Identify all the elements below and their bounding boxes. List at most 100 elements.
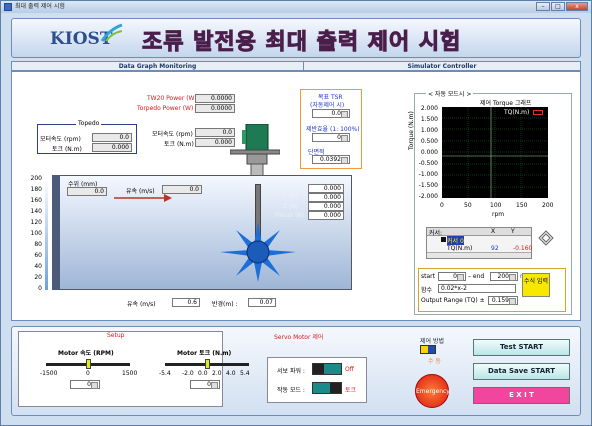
tank-tick-180: 180 <box>30 186 42 193</box>
torque-setpoint-input[interactable]: 0 <box>190 380 220 389</box>
cursor-col-x: X <box>491 228 496 235</box>
radius-input[interactable]: 0.07 <box>248 298 276 307</box>
window-controls: – □ x <box>536 2 588 11</box>
tsr-input[interactable]: 0.0 <box>312 109 350 118</box>
speed-tick-zero: 0 <box>86 370 90 377</box>
drive-mode-label: 작동 모드 : <box>277 387 305 394</box>
cursor-table[interactable]: 커서: X Y 커서 0 TQ(N.m) 92 -0.160 <box>426 227 532 259</box>
depth-value: 0.0 <box>67 187 107 196</box>
tw20-power-value: 0.0000 <box>195 94 235 103</box>
servo-power-toggle[interactable] <box>312 363 342 375</box>
cursor-series: TQ(N.m) <box>447 245 473 252</box>
tab-data-graph[interactable]: Data Graph Monitoring <box>12 62 304 71</box>
xtick: 150 <box>516 202 528 209</box>
cursor-scrollbar[interactable] <box>427 252 531 258</box>
torque-graph-plot[interactable]: TQ(N.m) <box>442 107 548 198</box>
test-start-button[interactable]: Test START <box>473 339 570 356</box>
cursor-swatch <box>441 237 446 242</box>
graph-x-ticks: 0 50 100 150 200 <box>438 202 554 210</box>
thrust-label: Thrust (N) <box>274 212 305 219</box>
torque-tick: -5.4 <box>159 370 171 377</box>
close-button[interactable]: x <box>566 2 588 11</box>
range-input[interactable]: 0.159 <box>488 296 518 305</box>
cursor-y-value: -0.160 <box>513 245 533 252</box>
force-z-label: Z (N) <box>283 203 299 210</box>
xtick: 200 <box>542 202 554 209</box>
maximize-button[interactable]: □ <box>551 2 565 11</box>
flow-arrow-icon <box>114 194 172 202</box>
cursor-move-icon[interactable] <box>538 230 554 246</box>
torque-slider-knob[interactable] <box>205 359 210 369</box>
speed-setpoint-input[interactable]: 0 <box>70 380 100 389</box>
tab-simulator[interactable]: Simulator Controller <box>304 62 580 71</box>
logo-wave-icon <box>100 23 123 42</box>
start-input[interactable]: 0 <box>438 272 466 281</box>
force-y-value: 0.000 <box>308 193 344 202</box>
speed-slider[interactable] <box>46 359 130 369</box>
radius-label: 반경(m) : <box>212 301 238 308</box>
page-title: 조류 발전용 최대 출력 제어 시험 <box>141 30 462 56</box>
ytick: 0.000 <box>420 149 438 156</box>
tank-tick-160: 160 <box>30 197 42 204</box>
turbine-icon <box>220 222 296 282</box>
tank-wall <box>52 175 60 290</box>
function-input[interactable]: 0.02*x-2 <box>438 284 516 293</box>
speed-slider-knob[interactable] <box>86 359 91 369</box>
start-label: start <box>421 273 435 280</box>
force-y-label: Y (N) <box>283 194 298 201</box>
auto-mode-title: < 자동 모드시 > <box>426 89 474 98</box>
setup-group <box>18 331 223 407</box>
torpedo-power-label: Torpedo Power (W) <box>137 105 194 112</box>
control-method-toggle[interactable] <box>420 345 436 354</box>
force-x-value: 0.000 <box>308 184 344 193</box>
torque-slider[interactable] <box>165 359 249 369</box>
xtick: 100 <box>490 202 502 209</box>
ytick: 2.000 <box>420 105 438 112</box>
motor-speed-value: 0.0 <box>195 128 235 137</box>
tank-tick-40: 40 <box>34 263 42 270</box>
cursor-x-value: 92 <box>491 245 499 252</box>
servo-power-label: 서보 파워 : <box>277 368 305 375</box>
tank-tick-60: 60 <box>34 252 42 259</box>
graph-title: 제어 Torque 그래프 <box>480 100 532 107</box>
window-title: 최대 출력 제어 시험 <box>15 3 65 10</box>
xtick: 0 <box>440 202 444 209</box>
graph-grid <box>442 107 548 198</box>
ytick: -2.000 <box>418 193 438 200</box>
tank-tick-200: 200 <box>30 175 42 182</box>
flow-input[interactable]: 0.6 <box>172 298 200 307</box>
range-label: Output Range (TQ) ± <box>421 297 485 304</box>
area-input[interactable]: 0.0392 <box>312 155 350 164</box>
cursor-name: 커서 0 <box>447 236 464 245</box>
force-z-value: 0.000 <box>308 202 344 211</box>
torque-tick: 0.0 <box>198 370 208 377</box>
control-method-label: 제어 방법 <box>420 338 444 345</box>
cursor-table-header: 커서: X Y <box>427 228 531 237</box>
emergency-button[interactable]: Emergency <box>415 374 450 408</box>
cursor-header: 커서: <box>429 230 443 237</box>
speed-tick-max: 1500 <box>122 370 138 377</box>
motor-torque-value: 0.000 <box>195 138 235 147</box>
formula-input-button[interactable]: 수식 입력 <box>522 273 550 297</box>
topedo-torque-value: 0.000 <box>92 143 132 152</box>
ytick: 1.000 <box>420 127 438 134</box>
tank-tick-0: 0 <box>38 285 42 292</box>
efficiency-input[interactable]: 0 <box>312 133 350 142</box>
cursor-col-y: Y <box>511 228 515 235</box>
end-input[interactable]: 200 <box>490 272 518 281</box>
main-panel: TW20 Power (W) 0.0000 Torpedo Power (W) … <box>11 71 581 321</box>
graph-y-ticks: 2.000 1.500 1.000 0.500 0.000 -0.500 -1.… <box>416 105 438 205</box>
setup-label: Setup <box>107 332 125 339</box>
data-save-start-button[interactable]: Data Save START <box>473 363 570 380</box>
tsr-subtitle: (자동제어 시) <box>310 102 345 109</box>
drive-mode-toggle[interactable] <box>312 382 342 394</box>
torpedo-power-value: 0.0000 <box>195 104 235 113</box>
legend-swatch <box>533 110 543 115</box>
control-state: 수 동 <box>428 358 441 365</box>
flow-value: 0.0 <box>162 185 202 194</box>
ytick: 0.500 <box>420 138 438 145</box>
tab-bar: Data Graph Monitoring Simulator Controll… <box>11 61 581 71</box>
flow-input-label: 유속 (m/s) <box>127 301 156 308</box>
exit-button[interactable]: E X I T <box>473 387 570 404</box>
minimize-button[interactable]: – <box>536 2 550 11</box>
